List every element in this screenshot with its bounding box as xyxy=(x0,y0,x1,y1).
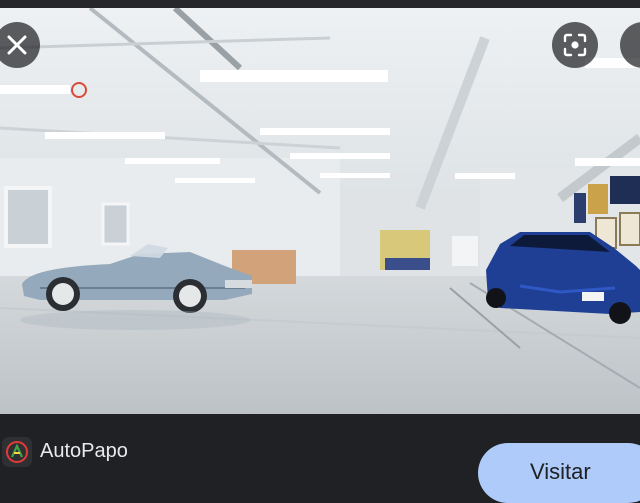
visit-button[interactable]: Visitar xyxy=(478,443,640,503)
result-image[interactable] xyxy=(0,8,640,414)
source-name[interactable]: AutoPapo xyxy=(40,440,128,463)
lens-icon xyxy=(562,32,588,58)
autopapo-logo-icon xyxy=(2,437,32,467)
top-strip xyxy=(0,0,640,8)
close-icon xyxy=(6,34,28,56)
lens-search-button[interactable] xyxy=(552,22,598,68)
